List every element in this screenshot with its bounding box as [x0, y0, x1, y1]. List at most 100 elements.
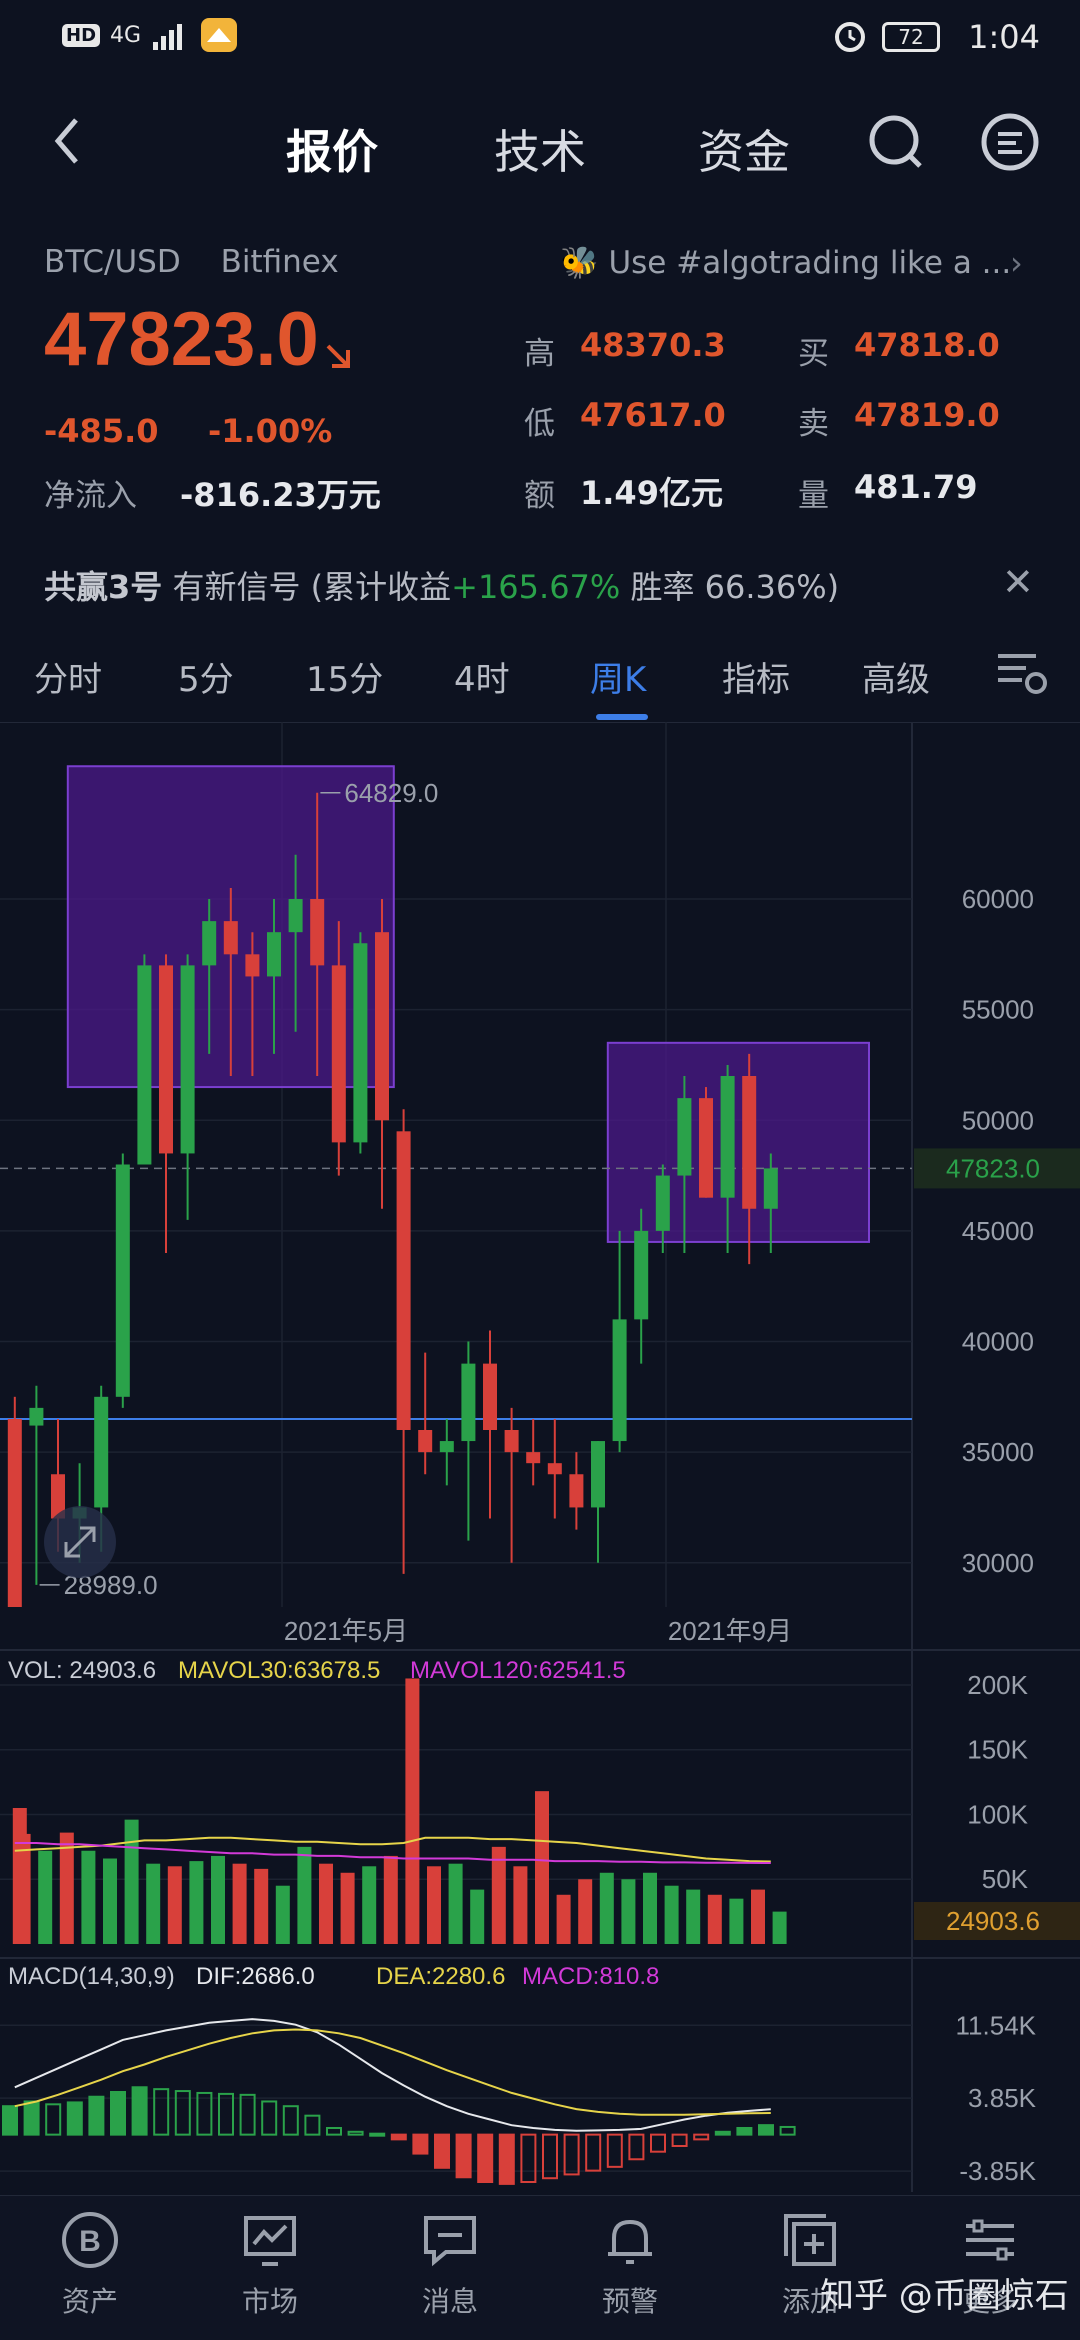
network-label: 4G — [110, 22, 142, 48]
candle-body — [245, 954, 260, 977]
macd-histogram-bar — [606, 2133, 623, 2168]
volume-bar — [340, 1872, 355, 1944]
current-price-label: 47823.0 — [946, 1153, 1040, 1183]
mavol30-label: MAVOL30:63678.5 — [178, 1657, 380, 1684]
candle-body — [375, 932, 389, 1121]
bee-icon: 🐝 — [560, 245, 599, 281]
period-timeshare[interactable]: 分时 — [34, 652, 102, 701]
vol-tick-label: 100K — [967, 1799, 1028, 1829]
ad-text: Use #algotrading like a ... — [608, 245, 1012, 281]
macd-histogram-bar — [758, 2124, 774, 2136]
battery-indicator: 72 — [882, 22, 940, 52]
tab-quote[interactable]: 报价 — [286, 116, 378, 182]
signal-banner[interactable]: 共赢3号 有新信号 (累计收益+165.67% 胜率 66.36%) — [44, 562, 839, 608]
period-4h[interactable]: 4时 — [454, 652, 510, 701]
amount-label: 额 — [524, 478, 555, 514]
macd-histogram-bar — [110, 2091, 126, 2136]
macd-histogram-bar — [369, 2132, 386, 2137]
add-icon — [784, 2214, 836, 2266]
ad-banner[interactable]: 🐝 Use #algotrading like a ... — [560, 244, 1030, 281]
volume-bar — [643, 1872, 657, 1944]
volume-bar — [38, 1850, 53, 1944]
candle-body — [655, 1175, 670, 1231]
volume-bar — [189, 1861, 204, 1944]
volume-bar — [772, 1911, 787, 1944]
candle-body — [353, 943, 368, 1143]
period-weekly[interactable]: 周K — [590, 652, 646, 701]
volume-bar — [491, 1846, 506, 1944]
period-advanced[interactable]: 高级 — [862, 652, 930, 701]
max-price-label: 64829.0 — [344, 778, 438, 808]
candle-body — [461, 1363, 476, 1442]
tab-funds[interactable]: 资金 — [698, 116, 790, 182]
nav-label: 市场 — [241, 2285, 298, 2318]
sell-label: 卖 — [798, 406, 829, 442]
candle-body — [504, 1430, 519, 1453]
macd-histogram-bar — [196, 2091, 213, 2136]
nav-label: 资产 — [61, 2285, 118, 2318]
macd-histogram-bar — [45, 2103, 62, 2136]
status-bar: HD 4G 72 1:04 — [0, 0, 1080, 76]
settings-sliders-icon — [966, 2219, 1014, 2261]
macd-histogram-bar — [412, 2133, 429, 2155]
nav-market[interactable]: 市场 — [210, 2210, 330, 2320]
volume-bar — [707, 1894, 722, 1944]
macd-tick-label: 11.54K — [956, 2010, 1037, 2040]
macd-histogram-bar — [131, 2086, 148, 2136]
nav-alerts[interactable]: 预警 — [570, 2210, 690, 2320]
volume-bar — [535, 1791, 549, 1944]
volume-bar — [81, 1850, 96, 1944]
candle-body — [202, 921, 217, 966]
volume-bar — [427, 1866, 441, 1944]
candle-body — [677, 1098, 692, 1176]
candle-body — [331, 965, 346, 1143]
volume-bar — [751, 1889, 765, 1944]
volume-bar — [729, 1898, 744, 1944]
volume-bar — [254, 1868, 269, 1944]
period-active-indicator — [596, 714, 648, 720]
back-button[interactable] — [52, 116, 82, 170]
volume-bar — [59, 1832, 74, 1944]
status-time: 1:04 — [968, 18, 1040, 56]
candle-body — [396, 1131, 411, 1430]
y-tick-label: 30000 — [962, 1548, 1034, 1578]
volume-bar — [297, 1846, 312, 1944]
close-icon[interactable]: ✕ — [1002, 560, 1034, 604]
nav-assets[interactable]: B 资产 — [30, 2210, 150, 2320]
macd-tick-label: -3.85K — [959, 2156, 1036, 2186]
chart-settings-button[interactable] — [996, 650, 1048, 700]
candle-body — [159, 965, 173, 1154]
dea-line — [14, 2028, 771, 2116]
period-5m[interactable]: 5分 — [178, 652, 234, 701]
volume-bar — [556, 1894, 571, 1944]
candle-body — [742, 1076, 757, 1209]
y-tick-label: 60000 — [962, 884, 1034, 914]
y-tick-label: 40000 — [962, 1327, 1034, 1357]
tab-technical[interactable]: 技术 — [494, 116, 586, 182]
macd-histogram-bar — [23, 2100, 40, 2136]
chart-area[interactable]: 60000 55000 50000 45000 40000 35000 30000 47823… — [0, 722, 1080, 2192]
volume-bar — [686, 1889, 701, 1944]
signal-text: 有新信号 (累计收益 — [172, 568, 452, 606]
search-button[interactable] — [868, 112, 924, 176]
volume-value: 481.79 — [854, 468, 978, 506]
signal-winrate: 胜率 66.36%) — [630, 568, 840, 606]
chevron-right-icon[interactable]: › — [1010, 244, 1023, 282]
macd-histogram-bar — [585, 2133, 602, 2172]
search-icon — [869, 115, 922, 168]
market-chart-icon — [244, 2216, 296, 2266]
macd-histogram-bar — [477, 2133, 494, 2184]
volume-bar — [319, 1863, 333, 1944]
change-value: -485.0 — [44, 412, 159, 450]
macd-histogram-bar — [2, 2105, 18, 2136]
menu-button[interactable] — [980, 112, 1040, 176]
nav-messages[interactable]: 消息 — [390, 2210, 510, 2320]
dea-label: DEA:2280.6 — [376, 1963, 505, 1990]
candle-body — [526, 1452, 541, 1464]
macd-tick-label: 3.85K — [968, 2083, 1037, 2113]
macd-label: MACD:810.8 — [522, 1963, 659, 1990]
candle-body — [720, 1076, 735, 1198]
high-value: 48370.3 — [580, 326, 726, 364]
period-indicators[interactable]: 指标 — [722, 652, 790, 701]
period-15m[interactable]: 15分 — [306, 652, 383, 701]
